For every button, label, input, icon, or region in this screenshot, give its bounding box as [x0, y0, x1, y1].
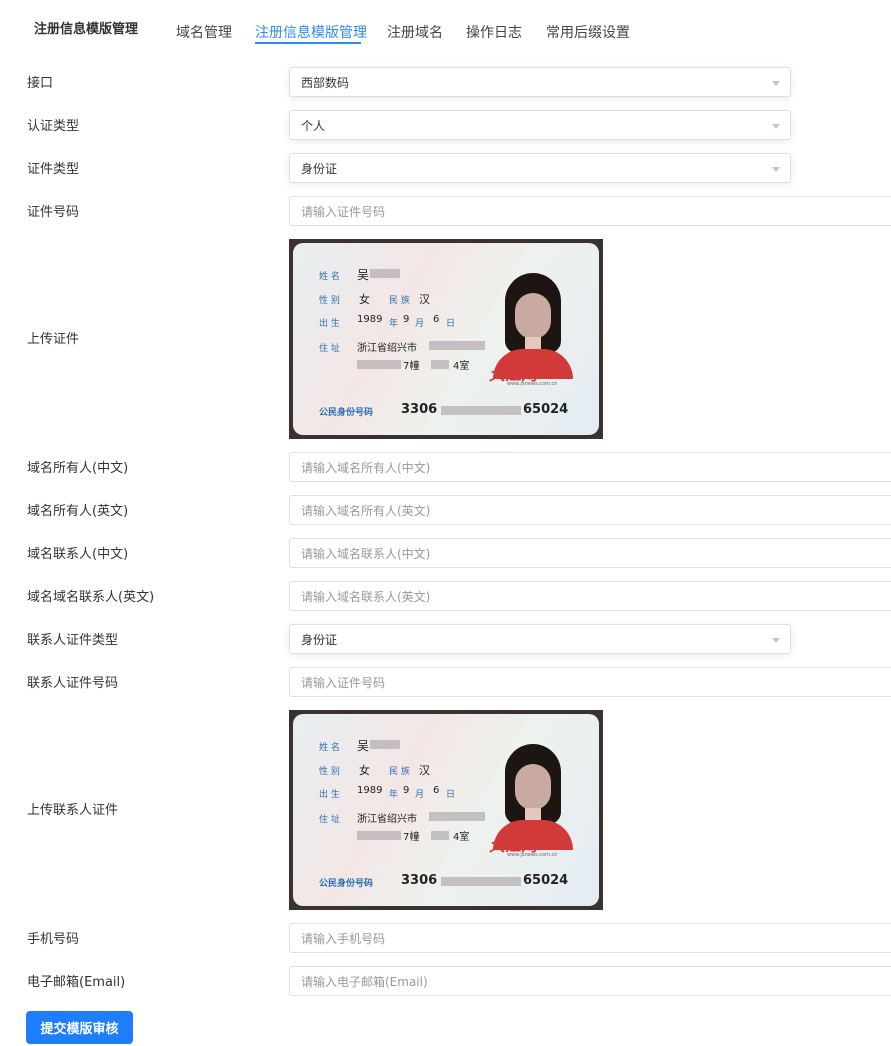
card-id-prefix: 3306 [401, 873, 438, 888]
chevron-down-icon [772, 638, 780, 643]
active-tab-indicator [255, 42, 361, 44]
redaction-mark [429, 812, 485, 821]
contact-id-type-value: 身份证 [301, 632, 338, 647]
card-sex-label: 性 别 [319, 767, 340, 777]
card-name-value: 吴 [357, 739, 370, 753]
tab-domain-management[interactable]: 域名管理 [176, 22, 232, 42]
card-sex-value: 女 [359, 764, 370, 777]
card-birth-label: 出 生 [319, 790, 340, 800]
redaction-mark [370, 269, 400, 278]
interface-select[interactable]: 西部数码 [289, 67, 791, 97]
contact-id-type-label: 联系人证件类型 [27, 633, 119, 648]
card-address-line2a: 7幢 [403, 832, 420, 843]
contact-id-type-select[interactable]: 身份证 [289, 624, 791, 654]
tab-suffix-settings[interactable]: 常用后缀设置 [546, 22, 630, 42]
card-birth-label: 出 生 [319, 319, 340, 329]
contact-en-label: 域名域名联系人(英文) [27, 590, 155, 605]
interface-label: 接口 [27, 76, 54, 91]
card-birth-year: 1989 [357, 785, 383, 796]
card-sex-value: 女 [359, 293, 370, 306]
card-month-unit: 月 [415, 319, 425, 329]
card-address-line2a: 7幢 [403, 361, 420, 372]
card-address-line2b: 4室 [453, 361, 470, 372]
card-birth-year: 1989 [357, 314, 383, 325]
chevron-down-icon [772, 124, 780, 129]
card-id-prefix: 3306 [401, 402, 438, 417]
redaction-mark [429, 341, 485, 350]
card-sex-label: 性 别 [319, 296, 340, 306]
watermark-url: www.jxnews.com.cn [507, 381, 558, 387]
tab-register-domain[interactable]: 注册域名 [387, 22, 443, 42]
card-day-unit: 日 [446, 319, 456, 329]
contact-id-card-image[interactable]: 姓 名 吴 性 别 女 民 族 汉 出 生 1989 年 9 月 6 日 住 址… [289, 710, 603, 910]
card-address-line1: 浙江省绍兴市 [357, 814, 417, 825]
top-header: 注册信息模版管理 域名管理 注册信息模版管理 注册域名 操作日志 常用后缀设置 [0, 0, 891, 48]
tab-registration-templates[interactable]: 注册信息模版管理 [255, 22, 367, 42]
page-title: 注册信息模版管理 [34, 22, 139, 37]
upload-id-label: 上传证件 [27, 332, 80, 347]
email-input[interactable]: 请输入电子邮箱(Email) [289, 966, 891, 996]
card-birth-month: 9 [403, 785, 410, 796]
card-year-unit: 年 [389, 319, 399, 329]
card-id-label: 公民身份号码 [319, 879, 374, 889]
upload-contact-id-label: 上传联系人证件 [27, 803, 119, 818]
cert-kind-label: 认证类型 [27, 119, 80, 134]
id-type-label: 证件类型 [27, 162, 80, 177]
card-day-unit: 日 [446, 790, 456, 800]
phone-input[interactable]: 请输入手机号码 [289, 923, 891, 953]
id-number-input[interactable]: 请输入证件号码 [289, 196, 891, 226]
contact-cn-label: 域名联系人(中文) [27, 547, 129, 562]
card-address-line2b: 4室 [453, 832, 470, 843]
card-year-unit: 年 [389, 790, 399, 800]
card-id-suffix: 65024 [523, 873, 569, 888]
redaction-mark [431, 360, 449, 369]
contact-id-number-input[interactable]: 请输入证件号码 [289, 667, 891, 697]
owner-cn-label: 域名所有人(中文) [27, 461, 129, 476]
card-birth-day: 6 [433, 314, 440, 325]
id-number-label: 证件号码 [27, 205, 80, 220]
redaction-mark [357, 360, 401, 369]
id-card-front: 姓 名 吴 性 别 女 民 族 汉 出 生 1989 年 9 月 6 日 住 址… [293, 714, 599, 906]
card-address-label: 住 址 [319, 344, 340, 354]
cert-kind-value: 个人 [301, 118, 326, 133]
redaction-mark [441, 406, 521, 415]
card-ethnic-value: 汉 [419, 764, 430, 777]
phone-label: 手机号码 [27, 932, 80, 947]
redaction-mark [441, 877, 521, 886]
id-card-front: 姓 名 吴 性 别 女 民 族 汉 出 生 1989 年 9 月 6 日 住 址… [293, 243, 599, 435]
card-name-label: 姓 名 [319, 743, 340, 753]
card-ethnic-value: 汉 [419, 293, 430, 306]
id-type-select[interactable]: 身份证 [289, 153, 791, 183]
owner-en-label: 域名所有人(英文) [27, 504, 129, 519]
id-type-value: 身份证 [301, 161, 338, 176]
watermark-url: www.jxnews.com.cn [507, 852, 558, 858]
email-label: 电子邮箱(Email) [27, 975, 126, 990]
submit-template-review-button[interactable]: 提交模版审核 [26, 1011, 133, 1044]
interface-value: 西部数码 [301, 75, 350, 90]
tab-operation-log[interactable]: 操作日志 [466, 22, 522, 42]
card-id-label: 公民身份号码 [319, 408, 374, 418]
card-month-unit: 月 [415, 790, 425, 800]
redaction-mark [357, 831, 401, 840]
card-name-label: 姓 名 [319, 272, 340, 282]
chevron-down-icon [772, 167, 780, 172]
contact-cn-input[interactable]: 请输入域名联系人(中文) [289, 538, 891, 568]
cert-kind-select[interactable]: 个人 [289, 110, 791, 140]
card-address-label: 住 址 [319, 815, 340, 825]
owner-en-input[interactable]: 请输入域名所有人(英文) [289, 495, 891, 525]
card-id-suffix: 65024 [523, 402, 569, 417]
contact-en-input[interactable]: 请输入域名联系人(英文) [289, 581, 891, 611]
card-ethnic-label: 民 族 [389, 296, 410, 306]
redaction-mark [370, 740, 400, 749]
card-birth-month: 9 [403, 314, 410, 325]
redaction-mark [431, 831, 449, 840]
card-ethnic-label: 民 族 [389, 767, 410, 777]
chevron-down-icon [772, 81, 780, 86]
card-address-line1: 浙江省绍兴市 [357, 343, 417, 354]
card-name-value: 吴 [357, 268, 370, 282]
card-birth-day: 6 [433, 785, 440, 796]
contact-id-number-label: 联系人证件号码 [27, 676, 119, 691]
owner-cn-input[interactable]: 请输入域名所有人(中文) [289, 452, 891, 482]
id-card-image[interactable]: 姓 名 吴 性 别 女 民 族 汉 出 生 1989 年 9 月 6 日 住 址… [289, 239, 603, 439]
